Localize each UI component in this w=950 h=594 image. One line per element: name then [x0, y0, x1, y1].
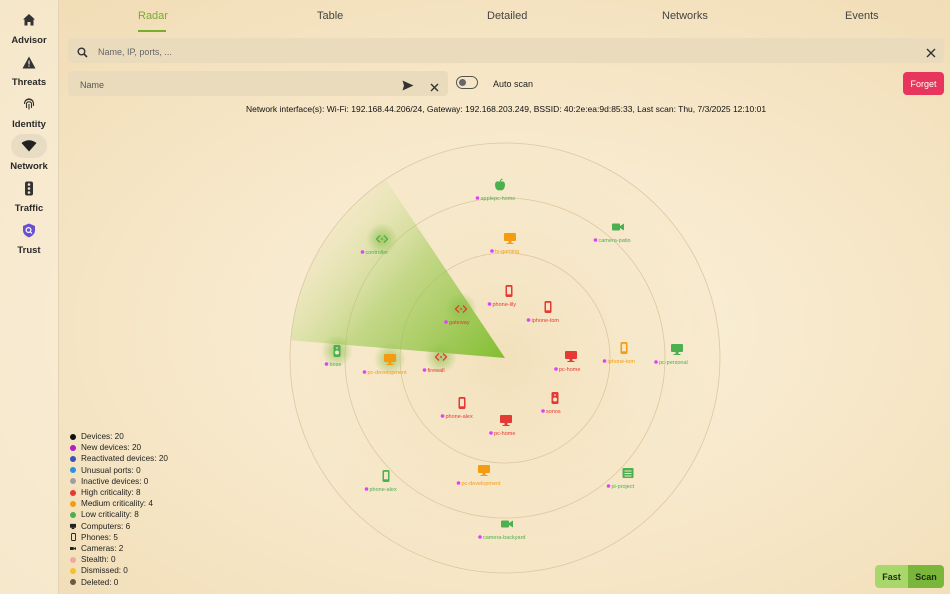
- device-label: phone-alex: [370, 487, 397, 493]
- new-device-marker: [478, 535, 482, 539]
- device-label: iphone-tom: [608, 359, 636, 365]
- legend-item: Dismissed: 0: [70, 565, 168, 576]
- phone-icon: [458, 397, 466, 409]
- legend-item: Devices: 20: [70, 431, 168, 442]
- legend-item: Computers: 6: [70, 521, 168, 532]
- legend-dot: [70, 489, 76, 496]
- legend-label: New devices: 20: [81, 443, 142, 453]
- new-device-marker: [541, 409, 545, 413]
- computer-icon: [70, 523, 76, 530]
- legend-item: Phones: 5: [70, 532, 168, 543]
- legend-item: Cameras: 2: [70, 543, 168, 554]
- device-label: phone-lily: [493, 302, 517, 308]
- device-label: pc-home: [494, 431, 515, 437]
- legend-item: New devices: 20: [70, 442, 168, 453]
- legend-dot: [70, 500, 76, 507]
- fast-scan-button[interactable]: Fast: [875, 565, 908, 588]
- new-device-marker: [487, 302, 492, 306]
- legend-label: Computers: 6: [81, 521, 131, 531]
- new-device-marker: [606, 484, 611, 488]
- device-label: pc-development: [368, 370, 408, 376]
- legend-item: Medium criticality: 4: [70, 498, 168, 509]
- device-label: phone-alex: [446, 414, 473, 420]
- legend-item: Unusual ports: 0: [70, 465, 168, 476]
- device-label: pi-project: [612, 484, 635, 490]
- device-label: pc-home: [559, 367, 580, 373]
- legend-label: Devices: 20: [81, 432, 124, 442]
- legend-dot: [70, 433, 76, 440]
- new-device-marker: [440, 414, 445, 418]
- phone-icon: [505, 285, 513, 297]
- legend-label: Dismissed: 0: [81, 566, 128, 576]
- new-device-marker: [526, 318, 531, 322]
- device-label: controller: [366, 250, 389, 256]
- legend-label: Unusual ports: 0: [81, 465, 141, 475]
- legend-dot: [70, 556, 76, 563]
- legend-item: Reactivated devices: 20: [70, 453, 168, 464]
- new-device-marker: [444, 320, 448, 324]
- new-device-marker: [456, 481, 461, 485]
- phone-icon: [70, 533, 76, 542]
- new-device-marker: [360, 250, 365, 254]
- legend-item: Stealth: 0: [70, 554, 168, 565]
- device-label: tv-gaming: [495, 249, 519, 255]
- speaker-icon: [551, 392, 559, 404]
- board-icon: [622, 468, 634, 478]
- legend-item: High criticality: 8: [70, 487, 168, 498]
- phone-icon: [544, 301, 552, 313]
- device-label: pc-development: [462, 481, 502, 487]
- speaker-icon: [333, 345, 341, 357]
- device-label: sonos: [546, 409, 561, 415]
- legend-label: Reactivated devices: 20: [81, 454, 168, 464]
- legend-dot: [70, 511, 76, 518]
- new-device-marker: [490, 249, 494, 253]
- new-device-marker: [364, 487, 369, 491]
- device-label: camera-backyard: [483, 535, 526, 541]
- new-device-marker: [324, 362, 329, 366]
- legend-label: High criticality: 8: [81, 488, 141, 498]
- camera-icon: [70, 546, 76, 551]
- device-label: applepc-home: [481, 196, 516, 202]
- new-device-marker: [422, 368, 427, 372]
- legend-dot: [70, 478, 76, 485]
- new-device-marker: [602, 359, 607, 363]
- device-label: pc-personal: [659, 360, 688, 366]
- legend: Devices: 20 New devices: 20 Reactivated de…: [70, 431, 168, 588]
- new-device-marker: [489, 431, 493, 435]
- legend-dot: [70, 467, 76, 474]
- legend-dot: [70, 567, 76, 574]
- device-label: iphone-tom: [532, 318, 560, 324]
- legend-dot: [70, 444, 76, 451]
- new-device-marker: [654, 360, 658, 364]
- legend-label: Stealth: 0: [81, 555, 116, 565]
- legend-label: Deleted: 0: [81, 577, 119, 587]
- phone-icon: [382, 470, 390, 482]
- device-label: bose: [330, 362, 342, 368]
- phone-icon: [620, 342, 628, 354]
- legend-item: Deleted: 0: [70, 576, 168, 587]
- new-device-marker: [554, 367, 558, 371]
- legend-dot: [70, 579, 76, 586]
- legend-item: Inactive devices: 0: [70, 476, 168, 487]
- legend-label: Phones: 5: [81, 532, 118, 542]
- scan-button[interactable]: Scan: [908, 565, 944, 588]
- legend-label: Inactive devices: 0: [81, 476, 149, 486]
- new-device-marker: [593, 238, 598, 242]
- legend-label: Medium criticality: 4: [81, 499, 153, 509]
- new-device-marker: [475, 196, 480, 200]
- legend-label: Low criticality: 8: [81, 510, 139, 520]
- new-device-marker: [362, 370, 367, 374]
- legend-dot: [70, 455, 76, 462]
- legend-label: Cameras: 2: [81, 543, 124, 553]
- legend-item: Low criticality: 8: [70, 509, 168, 520]
- device-label: firewall: [428, 368, 445, 374]
- device-label: gateway: [449, 320, 470, 326]
- device-label: camera-patio: [599, 238, 631, 244]
